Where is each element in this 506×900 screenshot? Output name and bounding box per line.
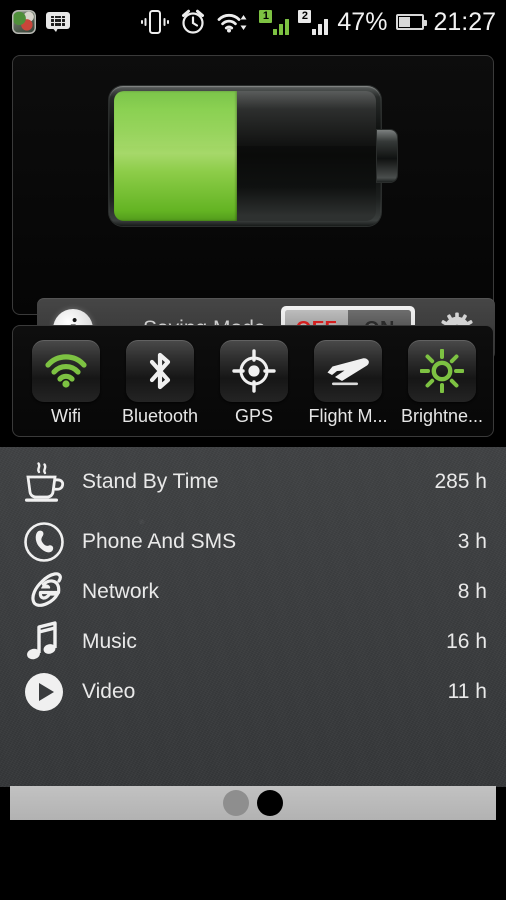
bbm-icon bbox=[46, 12, 70, 32]
quick-toggle-label: Brightne... bbox=[400, 405, 484, 426]
vibrate-icon bbox=[141, 10, 170, 34]
list-item-video[interactable]: Video 11 h bbox=[0, 667, 506, 717]
list-item-label: Video bbox=[82, 680, 136, 703]
battery-usage-list: Stand By Time 285 h Phone And SMS 3 h Ne… bbox=[0, 447, 506, 787]
battery-level-graphic bbox=[109, 86, 399, 226]
sim2-signal-icon: 2 bbox=[298, 9, 329, 35]
list-item-label: Music bbox=[82, 630, 137, 653]
page-dot-2[interactable] bbox=[257, 790, 283, 816]
page-indicator[interactable] bbox=[10, 786, 496, 820]
clock-text: 21:27 bbox=[433, 7, 496, 36]
quick-toggle-bluetooth[interactable]: Bluetooth bbox=[116, 339, 204, 426]
quick-toggle-label: Bluetooth bbox=[121, 405, 199, 426]
page-dot-1[interactable] bbox=[223, 790, 249, 816]
battery-percent-text: 47% bbox=[337, 7, 388, 36]
battery-terminal bbox=[377, 130, 397, 182]
quick-toggle-label: Flight M... bbox=[308, 405, 388, 426]
list-item-label: Stand By Time bbox=[82, 470, 219, 493]
list-item-standby[interactable]: Stand By Time 285 h bbox=[0, 447, 506, 517]
list-item-network[interactable]: Network 8 h bbox=[0, 567, 506, 617]
internet-explorer-icon bbox=[22, 572, 66, 612]
coffee-cup-icon bbox=[22, 462, 66, 502]
list-item-music[interactable]: Music 16 h bbox=[0, 617, 506, 667]
sim1-signal-icon: 1 bbox=[259, 9, 290, 35]
list-item-phone-sms[interactable]: Phone And SMS 3 h bbox=[0, 517, 506, 567]
music-note-icon bbox=[22, 621, 66, 662]
airplane-icon bbox=[327, 357, 369, 385]
wifi-data-icon bbox=[217, 13, 247, 33]
list-item-value: 3 h bbox=[457, 530, 487, 553]
quick-toggles-row: Wifi Bluetooth GPS Flight M... Brightne.… bbox=[13, 326, 495, 438]
photo-app-icon bbox=[12, 10, 36, 34]
list-item-value: 285 h bbox=[434, 470, 487, 493]
status-bar: 1 2 47% 21:27 bbox=[0, 0, 506, 44]
list-item-value: 8 h bbox=[457, 580, 487, 603]
battery-status-icon bbox=[396, 14, 428, 30]
quick-toggle-wifi[interactable]: Wifi bbox=[22, 339, 110, 426]
bluetooth-icon bbox=[149, 352, 171, 389]
quick-toggle-label: Wifi bbox=[51, 405, 81, 426]
quick-toggle-flight-mode[interactable]: Flight M... bbox=[304, 339, 392, 426]
app-screen: 1 2 47% 21:27 i Wifi Bluetooth GPS Fligh… bbox=[0, 0, 506, 900]
quick-toggle-brightness[interactable]: Brightne... bbox=[398, 339, 486, 426]
list-item-value: 16 h bbox=[446, 630, 487, 653]
quick-toggle-gps[interactable]: GPS bbox=[210, 339, 298, 426]
alarm-clock-icon bbox=[182, 9, 205, 34]
brightness-icon bbox=[420, 348, 464, 393]
list-item-label: Network bbox=[82, 580, 160, 603]
phone-icon bbox=[22, 522, 66, 562]
status-bar-system: 1 2 47% 21:27 bbox=[140, 0, 496, 44]
list-item-value: 11 h bbox=[447, 680, 487, 703]
status-bar-notifications bbox=[12, 0, 70, 44]
bottom-spacer bbox=[0, 820, 506, 900]
quick-toggles-card: Wifi Bluetooth GPS Flight M... Brightne.… bbox=[12, 325, 494, 437]
list-item-label: Phone And SMS bbox=[82, 530, 237, 553]
battery-card: Saving Mode OFF ON bbox=[12, 55, 495, 360]
quick-toggle-label: GPS bbox=[234, 405, 273, 426]
wifi-icon bbox=[45, 353, 87, 388]
play-button-icon bbox=[22, 672, 66, 712]
gps-icon bbox=[232, 348, 276, 393]
